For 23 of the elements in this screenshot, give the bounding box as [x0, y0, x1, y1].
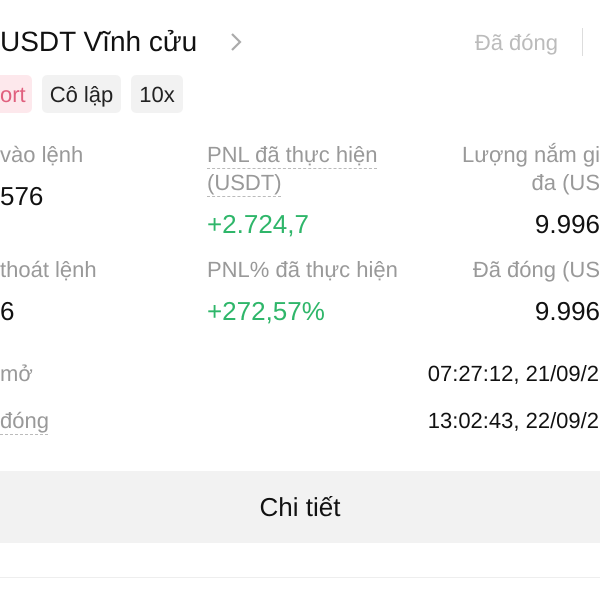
details-button[interactable]: Chi tiết [0, 471, 600, 543]
stat-value: 9.996 [534, 295, 600, 328]
time-label: mở [0, 360, 33, 388]
stat-label: Đã đóng (US [472, 256, 600, 284]
contract-title: USDT Vĩnh cửu [0, 25, 198, 59]
stat-label: thoát lệnh [0, 256, 97, 284]
position-status: Đã đóng [474, 28, 558, 57]
stat-label: Lượng nắm gi đa (US [460, 141, 600, 197]
stat-value: +272,57% [207, 295, 325, 328]
stat-label: PNL đã thực hiện (USDT) [207, 141, 378, 197]
stat-value: +2.724,7 [207, 208, 309, 241]
time-value: 13:02:43, 22/09/2 [428, 407, 600, 435]
stat-label: vào lệnh [0, 141, 84, 169]
stat-value: 6 [0, 295, 14, 328]
stat-value: 9.996 [534, 208, 600, 241]
stat-value: 576 [0, 180, 44, 213]
time-label: đóng [0, 407, 49, 435]
stat-label: PNL% đã thực hiện [207, 256, 399, 284]
chevron-right-icon[interactable] [230, 32, 242, 52]
position-tag: 10x [131, 75, 183, 113]
position-tag: Cô lập [42, 75, 122, 113]
time-value: 07:27:12, 21/09/2 [428, 360, 600, 388]
position-tag: ort [0, 75, 32, 113]
